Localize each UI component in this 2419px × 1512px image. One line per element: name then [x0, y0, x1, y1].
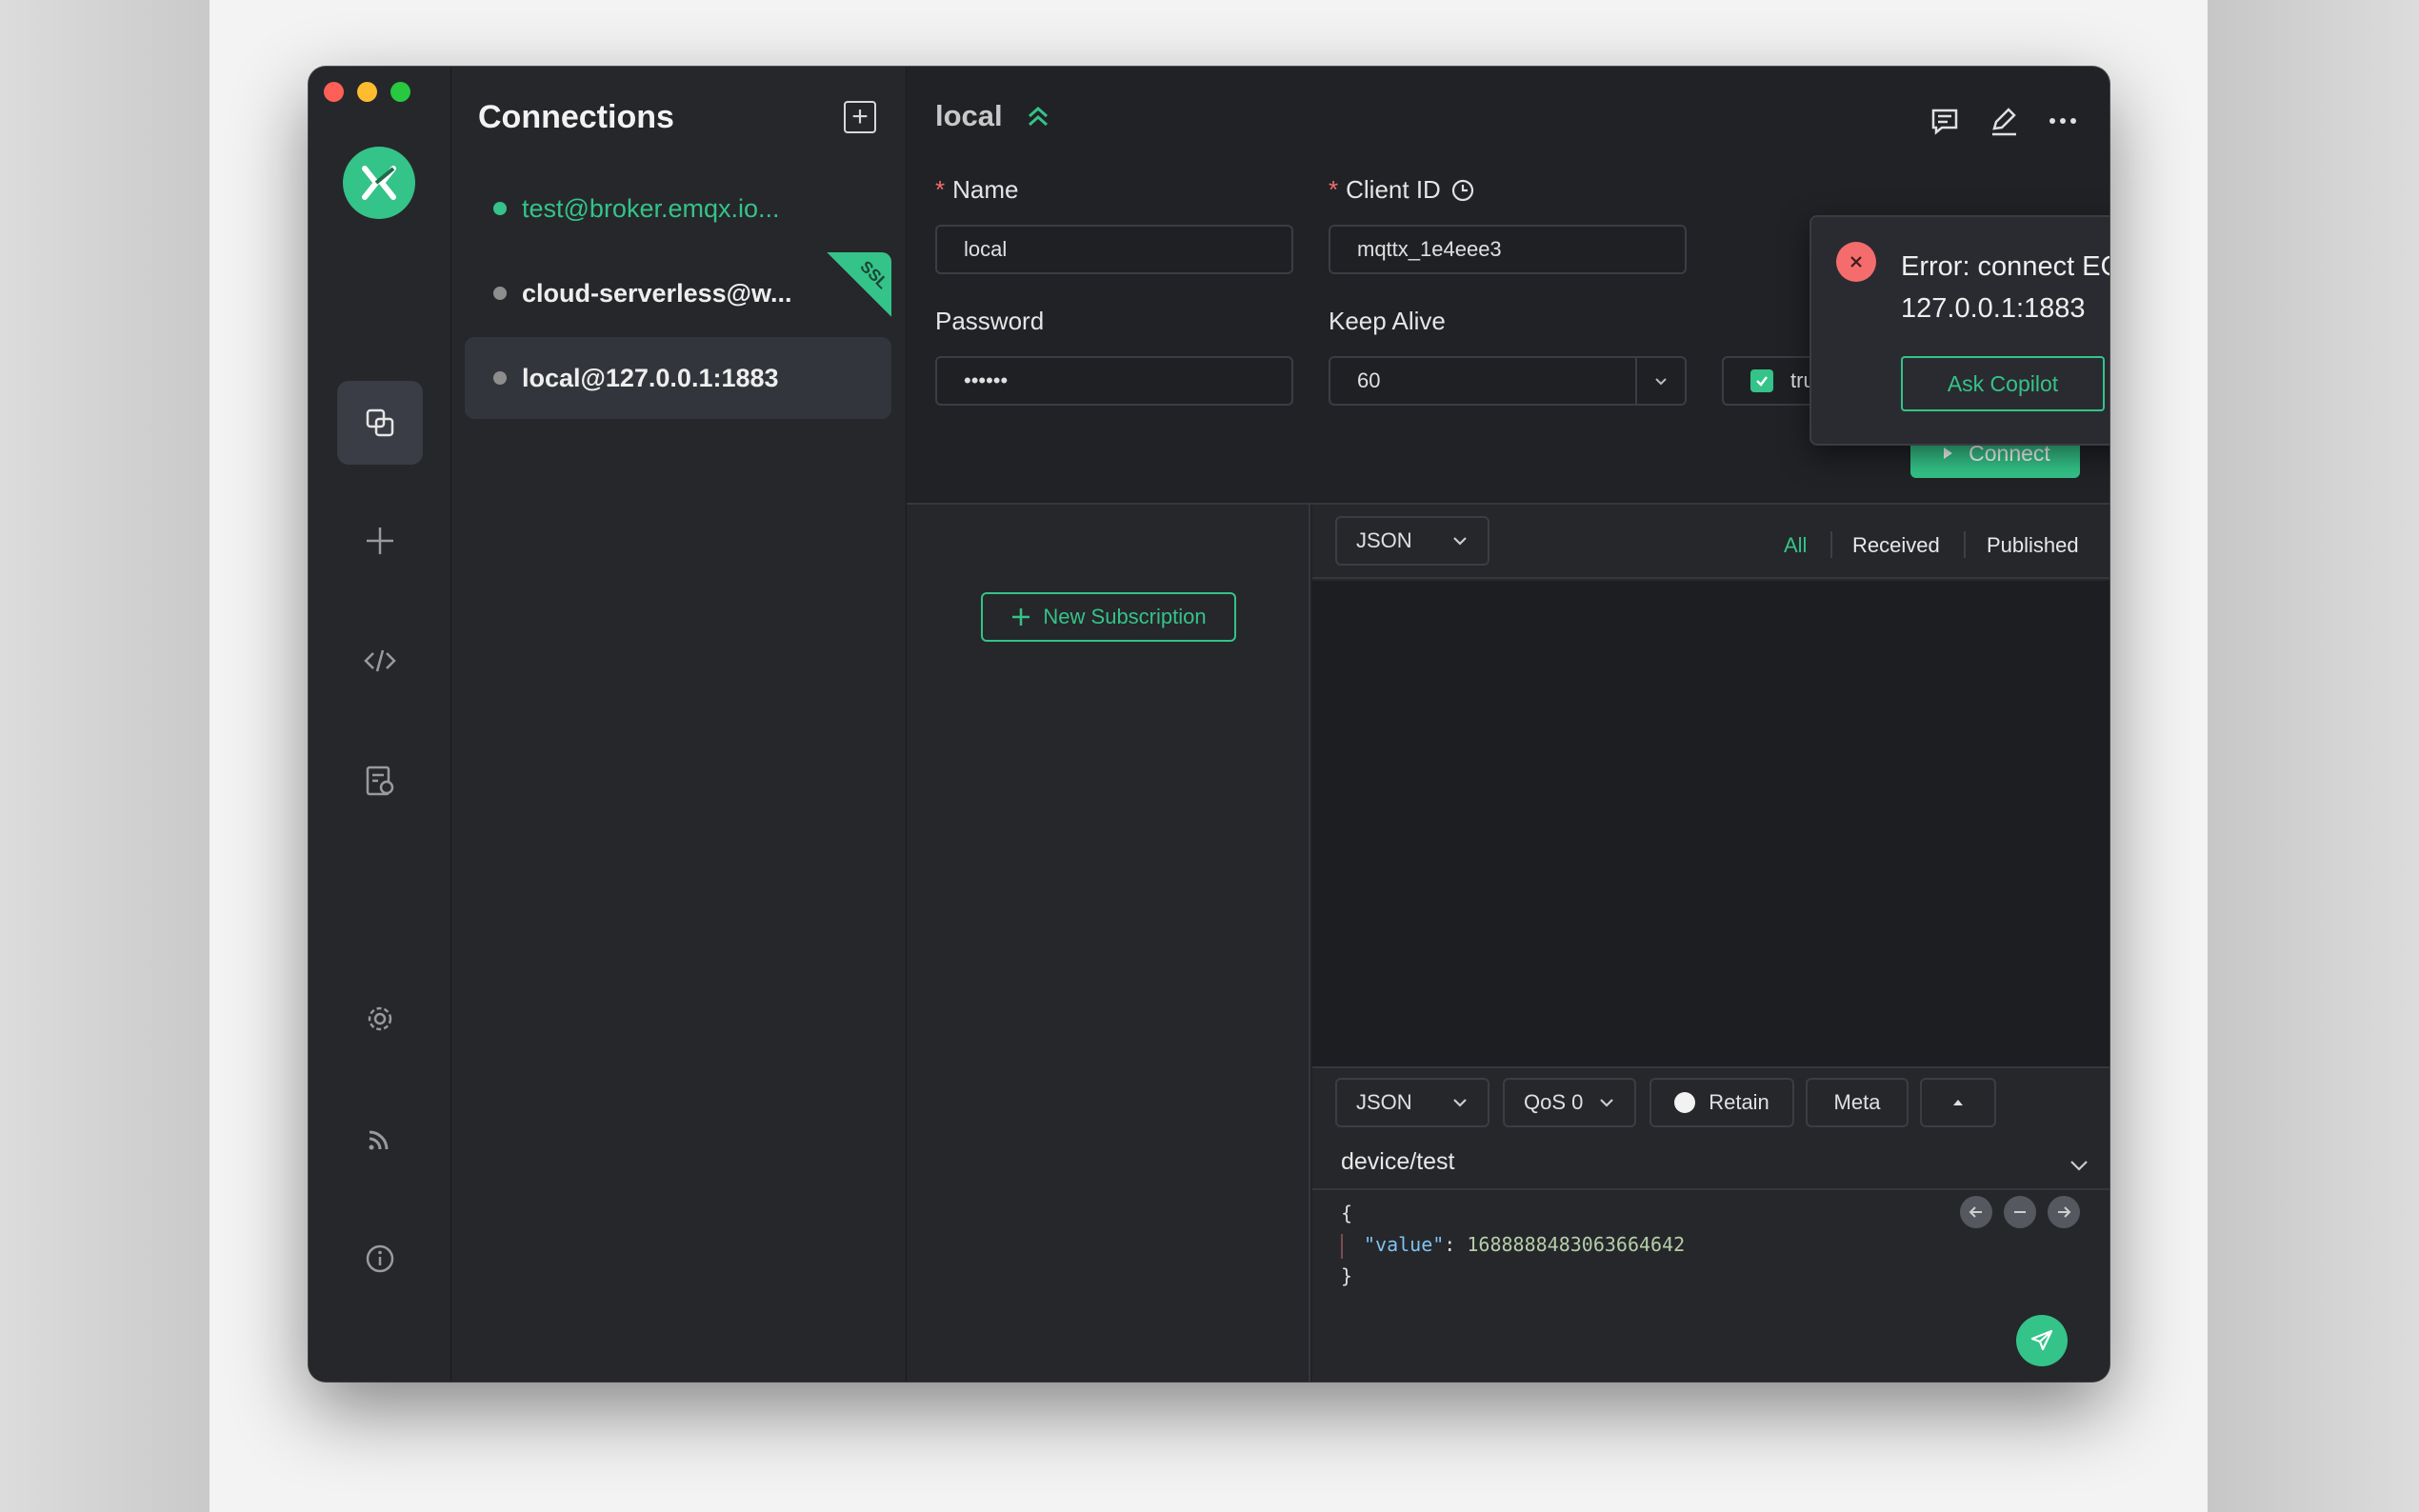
- password-label: Password: [935, 307, 1045, 335]
- new-subscription-button[interactable]: New Subscription: [981, 592, 1236, 642]
- log-nav-icon[interactable]: [337, 739, 423, 823]
- keep-alive-label: Keep Alive: [1329, 307, 1446, 335]
- filter-published-tab[interactable]: Published: [1987, 533, 2079, 558]
- clean-session-checkbox[interactable]: [1750, 369, 1773, 392]
- close-window-button[interactable]: [324, 82, 344, 102]
- topic-history-chevron-down-icon[interactable]: [2068, 1154, 2090, 1177]
- payload-format-select[interactable]: JSON: [1335, 1078, 1489, 1127]
- connections-nav-icon[interactable]: [337, 381, 423, 465]
- clear-minus-icon[interactable]: [2004, 1196, 2036, 1228]
- filter-separator: [1830, 531, 1832, 558]
- script-nav-icon[interactable]: [337, 619, 423, 703]
- subscriptions-panel: New Subscription: [907, 505, 1310, 1382]
- plus-icon: [1012, 608, 1030, 626]
- chevron-down-icon: [1453, 1099, 1467, 1107]
- header-actions: [1927, 103, 2081, 139]
- send-paper-plane-icon[interactable]: [2016, 1315, 2068, 1366]
- feed-rss-icon[interactable]: [337, 1097, 423, 1181]
- icon-rail: [309, 67, 451, 1382]
- chevron-down-icon: [1600, 1099, 1613, 1107]
- message-list: [1312, 581, 2109, 1066]
- messages-toolbar: JSON All Received Published: [1312, 505, 2109, 579]
- window-controls: [324, 82, 410, 102]
- app-window: Connections + test@broker.emqx.io... clo…: [309, 67, 2109, 1382]
- password-field[interactable]: ••••••: [935, 356, 1293, 406]
- connection-label: cloud-serverless@w...: [522, 278, 792, 308]
- connection-item-cloud-serverless[interactable]: cloud-serverless@w... SSL: [465, 252, 891, 334]
- error-toast: Error: connect ECONNREFUSED 127.0.0.1:18…: [1809, 215, 2109, 446]
- publish-area: JSON QoS 0 Retain Meta device/test {"va…: [1312, 1066, 2109, 1382]
- app-logo-icon: [343, 147, 415, 219]
- previous-arrow-left-icon[interactable]: [1960, 1196, 1992, 1228]
- error-message: Error: connect ECONNREFUSED 127.0.0.1:18…: [1901, 251, 2109, 324]
- name-field[interactable]: local: [935, 225, 1293, 274]
- connection-item-local[interactable]: local@127.0.0.1:1883: [465, 337, 891, 419]
- edit-pencil-icon[interactable]: [1986, 103, 2022, 139]
- keep-alive-stepper[interactable]: [1635, 358, 1685, 404]
- settings-gear-icon[interactable]: [337, 977, 423, 1061]
- qos-select[interactable]: QoS 0: [1503, 1078, 1636, 1127]
- error-close-circle-icon: [1836, 242, 1876, 282]
- filter-all-tab[interactable]: All: [1784, 533, 1807, 558]
- chevron-down-icon: [1655, 378, 1667, 386]
- keep-alive-field[interactable]: 60: [1329, 356, 1687, 406]
- collapse-chevron-up-icon[interactable]: [1023, 101, 1053, 131]
- messages-panel: JSON All Received Published JSON QoS 0 R…: [1312, 505, 2109, 1382]
- meta-button[interactable]: Meta: [1806, 1078, 1909, 1127]
- connections-title: Connections: [478, 99, 674, 135]
- ssl-badge: SSL: [827, 252, 891, 317]
- payload-editor[interactable]: { "value": 1688888483063664642 }: [1341, 1198, 1685, 1292]
- message-format-select[interactable]: JSON: [1335, 516, 1489, 566]
- connection-item-test[interactable]: test@broker.emqx.io...: [465, 168, 891, 249]
- payload-line: "value": 1688888483063664642: [1341, 1229, 1685, 1261]
- ask-copilot-button[interactable]: Ask Copilot: [1901, 356, 2105, 411]
- payload-line: }: [1341, 1264, 1353, 1287]
- clock-icon[interactable]: [1450, 178, 1475, 203]
- new-connection-nav-icon[interactable]: [337, 499, 423, 583]
- filter-received-tab[interactable]: Received: [1852, 533, 1940, 558]
- retain-toggle[interactable]: Retain: [1649, 1078, 1794, 1127]
- minimize-window-button[interactable]: [357, 82, 377, 102]
- chevron-down-icon: [1453, 537, 1467, 546]
- page-title: local: [935, 99, 1003, 132]
- add-connection-button[interactable]: +: [844, 101, 876, 133]
- connection-label: test@broker.emqx.io...: [522, 193, 780, 223]
- client-id-field[interactable]: mqttx_1e4eee3: [1329, 225, 1687, 274]
- zoom-window-button[interactable]: [390, 82, 410, 102]
- about-info-icon[interactable]: [337, 1217, 423, 1301]
- retain-radio[interactable]: [1674, 1092, 1696, 1113]
- more-ellipsis-icon[interactable]: [2045, 103, 2081, 139]
- connections-panel: Connections + test@broker.emqx.io... clo…: [451, 67, 907, 1382]
- connection-label: local@127.0.0.1:1883: [522, 363, 779, 392]
- client-id-label: * Client ID: [1329, 175, 1475, 205]
- chat-message-icon[interactable]: [1927, 103, 1963, 139]
- status-dot-offline: [493, 371, 507, 385]
- play-icon: [1944, 448, 1953, 459]
- expand-publish-button[interactable]: [1920, 1078, 1996, 1127]
- status-dot-offline: [493, 287, 507, 300]
- topic-row: device/test: [1312, 1137, 2109, 1190]
- name-label: * Name: [935, 175, 1019, 204]
- ssl-badge-label: SSL: [856, 257, 891, 293]
- filter-separator: [1964, 531, 1966, 558]
- next-arrow-right-icon[interactable]: [2048, 1196, 2080, 1228]
- topic-input[interactable]: device/test: [1341, 1148, 1455, 1176]
- caret-up-icon: [1953, 1100, 1963, 1105]
- payload-line: {: [1341, 1202, 1353, 1224]
- indent-guide: [1341, 1233, 1343, 1259]
- status-dot-online: [493, 202, 507, 215]
